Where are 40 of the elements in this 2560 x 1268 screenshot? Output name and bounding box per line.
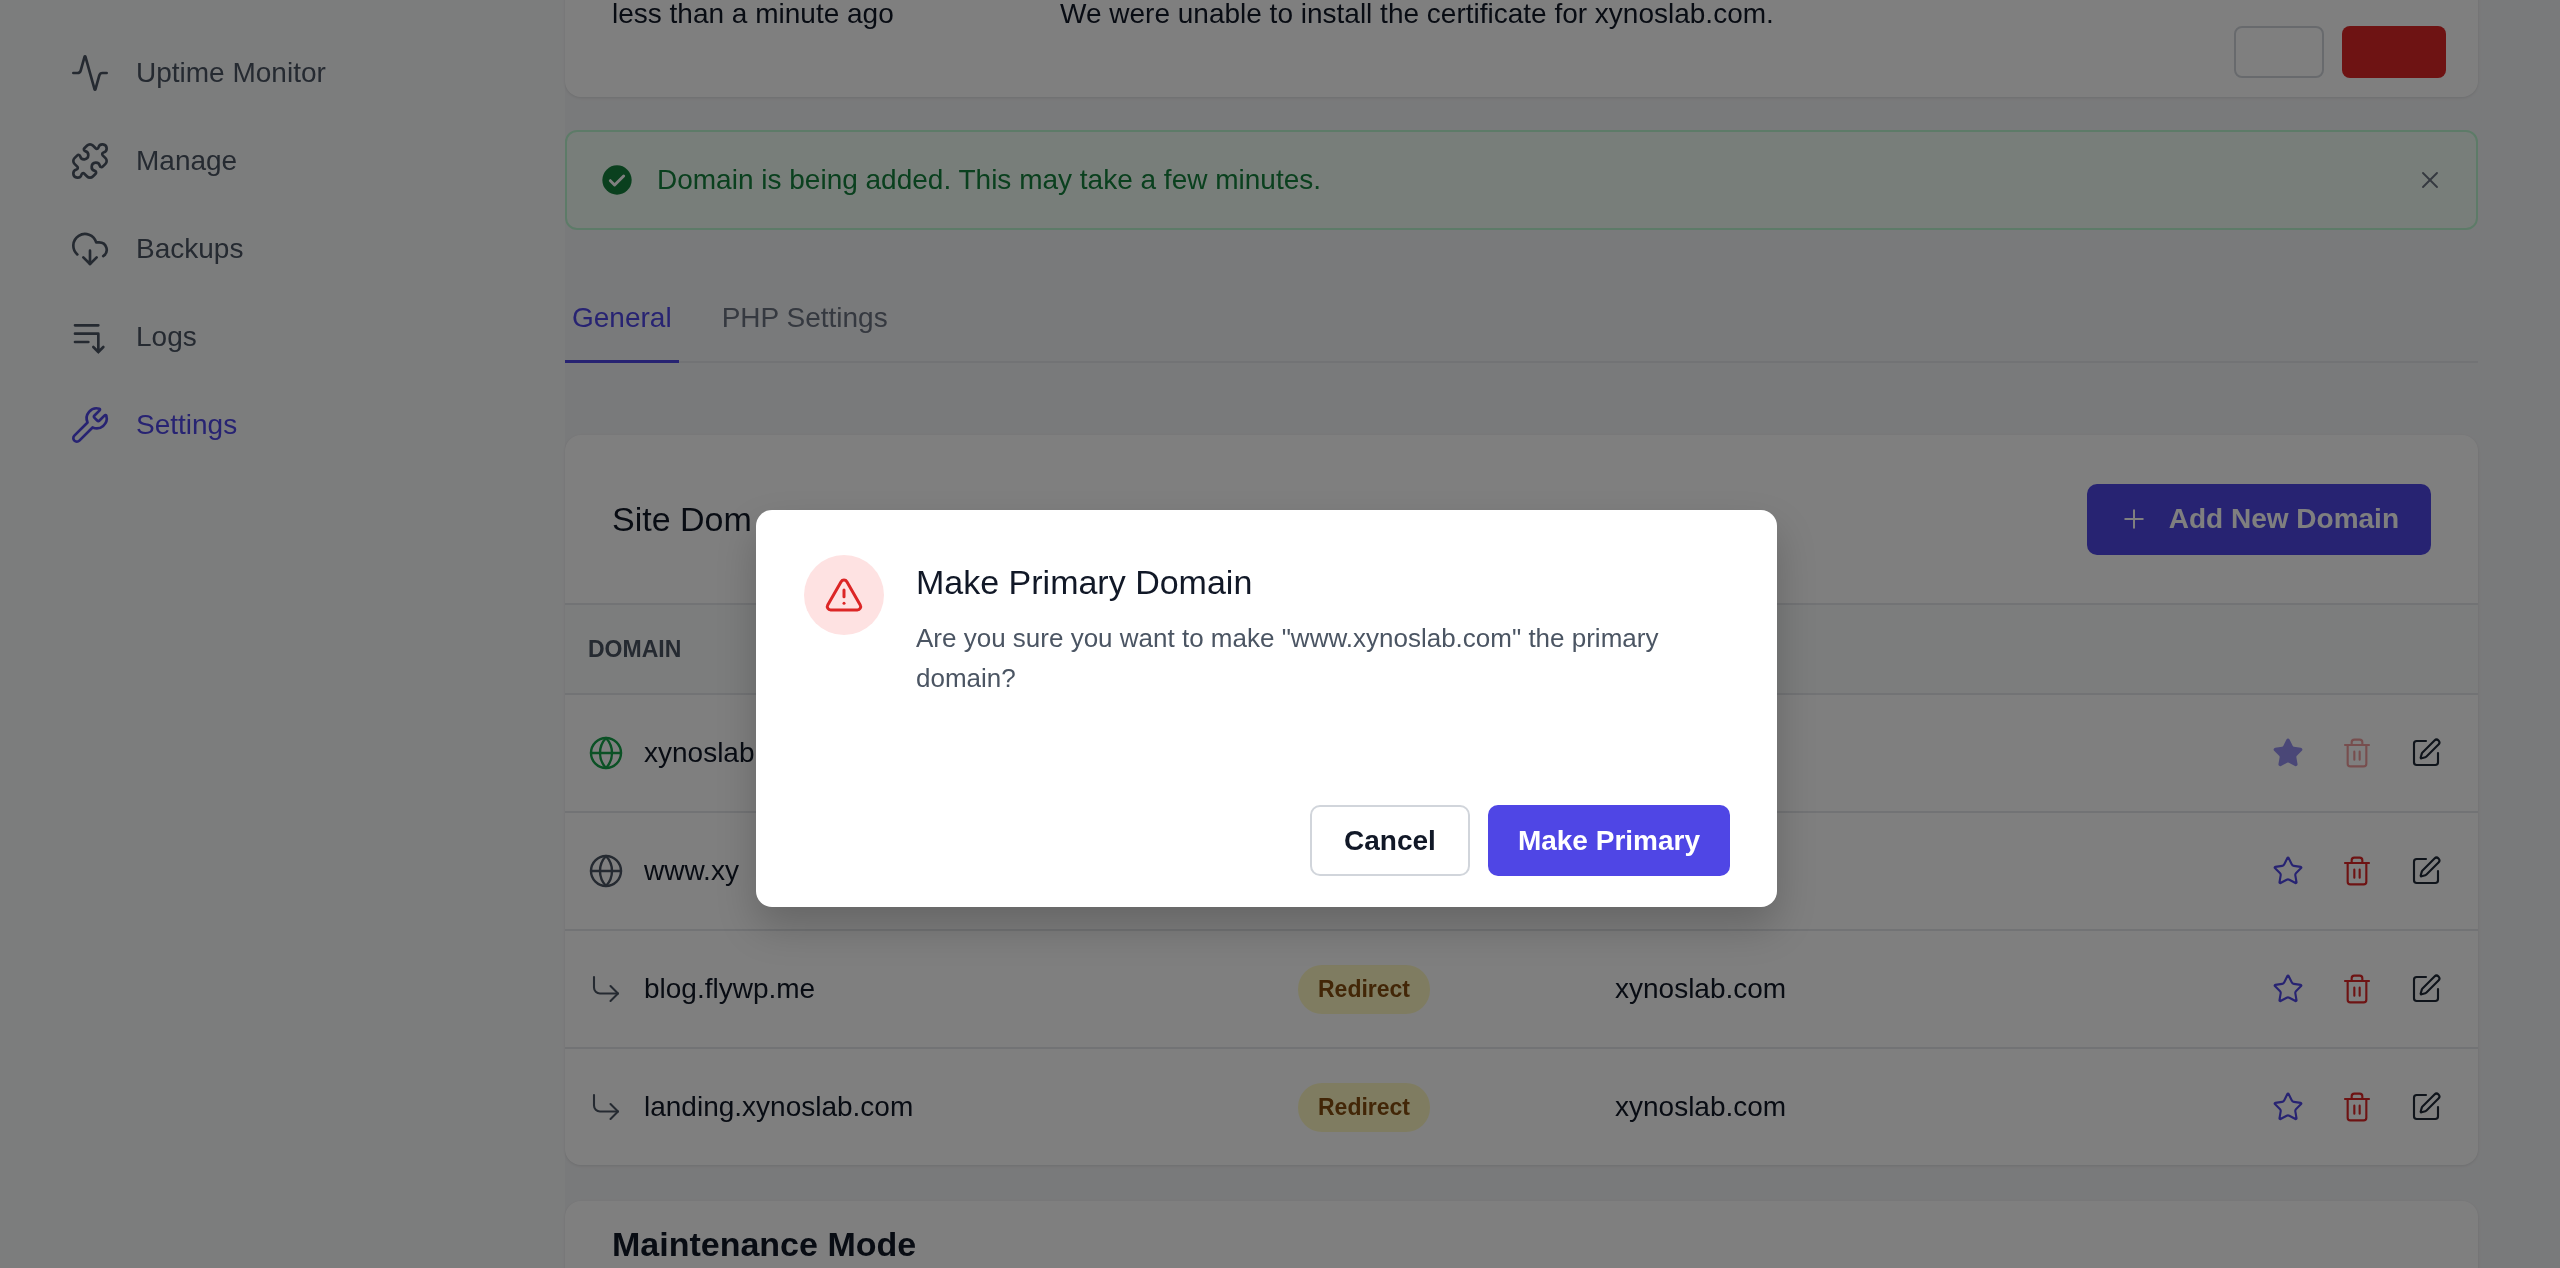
sidebar-item[interactable]: Logs bbox=[0, 314, 565, 359]
star-button[interactable] bbox=[2272, 1091, 2304, 1123]
sidebar-item[interactable]: Backups bbox=[0, 226, 565, 271]
delete-button[interactable] bbox=[2341, 973, 2373, 1005]
domain-name: blog.flywp.me bbox=[644, 973, 816, 1005]
edit-button[interactable] bbox=[2410, 1091, 2442, 1123]
pulse-icon bbox=[70, 52, 110, 93]
type-badge: Redirect bbox=[1298, 1082, 1431, 1132]
target-domain: xynoslab.com bbox=[1615, 1091, 1788, 1123]
alert-message: Domain is being added. This may take a few minutes. bbox=[657, 164, 1323, 196]
check-circle-icon bbox=[601, 164, 633, 196]
cancel-button[interactable]: Cancel bbox=[1310, 805, 1470, 876]
make-primary-button[interactable]: Make Primary bbox=[1487, 805, 1730, 876]
wrench-icon bbox=[70, 404, 110, 445]
sidebar-item[interactable]: Manage bbox=[0, 138, 565, 183]
edit-button[interactable] bbox=[2410, 855, 2442, 887]
type-badge: Redirect bbox=[1298, 964, 1431, 1014]
target-domain: xynoslab.com bbox=[1615, 973, 1788, 1005]
domain-name: landing.xynoslab.com bbox=[644, 1091, 914, 1123]
delete-button[interactable] bbox=[2341, 1091, 2373, 1123]
add-domain-button[interactable]: Add New Domain bbox=[2086, 483, 2431, 555]
edit-button[interactable] bbox=[2410, 973, 2442, 1005]
card-title: Maintenance Mode bbox=[612, 1225, 918, 1264]
domain-name: xynoslab bbox=[644, 737, 755, 769]
domain-name: www.xy bbox=[644, 855, 739, 887]
delete-button[interactable] bbox=[2341, 855, 2373, 887]
edit-button[interactable] bbox=[2410, 737, 2442, 769]
dialog-message: Are you sure you want to make "www.xynoslab.com" the primary domain? bbox=[916, 622, 1660, 695]
dialog-title: Make Primary Domain bbox=[916, 563, 1254, 602]
card-title: Site Dom bbox=[612, 499, 752, 539]
notice-time: less than a minute ago bbox=[612, 0, 895, 30]
star-button[interactable] bbox=[2272, 973, 2304, 1005]
sidebar-item[interactable]: Settings bbox=[0, 402, 565, 447]
tab[interactable]: PHP Settings bbox=[714, 302, 895, 363]
star-button[interactable] bbox=[2272, 855, 2304, 887]
puzzle-icon bbox=[70, 140, 110, 181]
notice-message: We were unable to install the certificate for xynoslab.com. bbox=[1060, 0, 1775, 30]
sidebar-item[interactable]: Uptime Monitor bbox=[0, 50, 565, 95]
tab[interactable]: General bbox=[565, 302, 679, 363]
column-header: DOMAIN bbox=[588, 635, 682, 663]
